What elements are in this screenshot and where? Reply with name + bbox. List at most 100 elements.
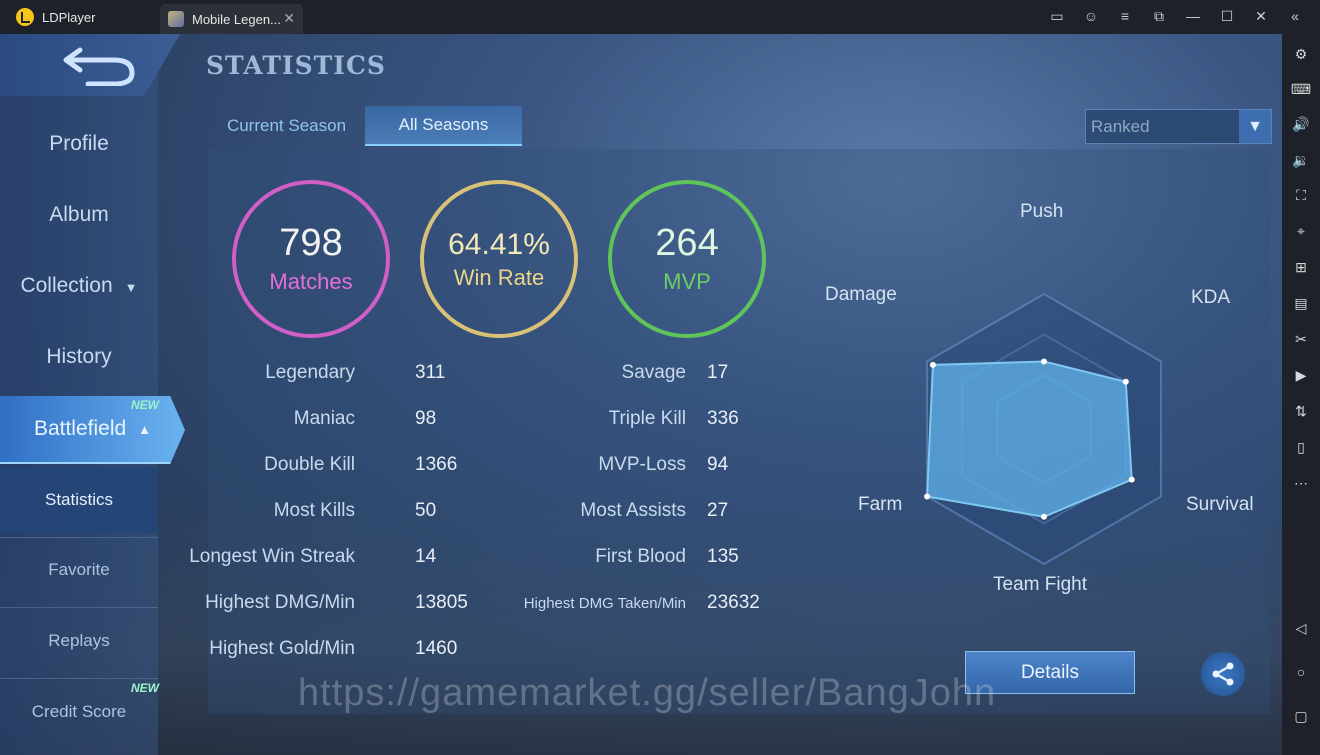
keyboard-icon[interactable]: ⌨ (1291, 79, 1311, 99)
collapse-sidebar-icon[interactable]: « (1278, 8, 1312, 25)
stat-label-longest-win-streak: Longest Win Streak (189, 546, 355, 567)
screenshot-icon[interactable]: ⛶ (1291, 185, 1311, 205)
menu-history[interactable]: History (0, 345, 158, 369)
radar-label-push: Push (1020, 201, 1064, 222)
win-rate-label: Win Rate (453, 264, 545, 290)
menu-collection-label: Collection (20, 274, 113, 297)
stat-label-most-kills: Most Kills (273, 500, 355, 521)
app-name: LDPlayer (42, 9, 96, 25)
location-icon[interactable]: ⌖ (1291, 221, 1311, 241)
stat-value-most-assists: 27 (707, 500, 729, 521)
radar-value-area (926, 360, 1133, 518)
stat-value-highest-gold-min: 1460 (415, 638, 458, 659)
menu-icon[interactable]: ≡ (1108, 8, 1142, 25)
tab-all-seasons[interactable]: All Seasons (365, 106, 522, 146)
mode-dropdown-value: Ranked (1091, 116, 1150, 136)
stat-label-highest-dmg-taken-min: Highest DMG Taken/Min (523, 595, 686, 612)
record-video-icon[interactable]: ▶ (1291, 365, 1311, 385)
add-app-icon[interactable]: ⊞ (1291, 257, 1311, 277)
stat-label-triple-kill: Triple Kill (608, 408, 686, 429)
sync-icon[interactable]: ⇅ (1291, 401, 1311, 421)
tab-current-season[interactable]: Current Season (208, 106, 365, 146)
share-icon (1212, 662, 1234, 686)
settings-gear-icon[interactable]: ⚙ (1291, 44, 1311, 64)
more-options-icon[interactable]: ⋯ (1291, 473, 1311, 493)
android-recents-icon[interactable]: ▢ (1291, 706, 1311, 726)
stat-value-mvp-loss: 94 (707, 454, 729, 475)
mvp-circle: 264 MVP (608, 180, 766, 338)
season-tabs: Current Season All Seasons (208, 106, 522, 146)
chevron-down-icon[interactable]: ▼ (1239, 110, 1271, 143)
menu-profile[interactable]: Profile (0, 132, 158, 156)
performance-radar-chart (924, 292, 1162, 566)
stat-label-most-assists: Most Assists (580, 500, 686, 521)
submenu-replays[interactable]: Replays (0, 631, 158, 651)
submenu-statistics[interactable]: Statistics (0, 467, 158, 533)
stat-label-double-kill: Double Kill (264, 454, 355, 475)
divider (0, 678, 158, 679)
store-icon[interactable]: ▭ (1040, 8, 1074, 25)
menu-collection[interactable]: Collection ▼ (0, 274, 158, 298)
close-icon[interactable]: ✕ (1244, 8, 1278, 25)
mode-dropdown[interactable]: Ranked ▼ (1085, 109, 1272, 144)
new-badge: NEW (131, 681, 159, 695)
share-button[interactable] (1201, 652, 1245, 696)
account-icon[interactable]: ☺ (1074, 8, 1108, 25)
page-title: STATISTICS (206, 51, 386, 80)
game-viewport: Profile Album Collection ▼ History Battle… (0, 34, 1282, 755)
window-controls: ▭ ☺ ≡ ⧉ — ☐ ✕ « (1040, 8, 1312, 25)
minimize-icon[interactable]: — (1176, 8, 1210, 25)
stat-value-double-kill: 1366 (415, 454, 458, 475)
submenu-credit-score[interactable]: Credit Score (0, 702, 158, 722)
apk-install-icon[interactable]: ▤ (1291, 293, 1311, 313)
volume-up-icon[interactable]: 🔊 (1291, 114, 1311, 134)
matches-value: 798 (279, 222, 343, 265)
radar-point-kda (1122, 378, 1129, 385)
divider (0, 537, 158, 538)
radar-point-survival (1128, 476, 1135, 483)
android-home-icon[interactable]: ○ (1291, 662, 1311, 682)
stat-value-longest-win-streak: 14 (415, 546, 437, 567)
matches-label: Matches (269, 268, 353, 294)
mvp-label: MVP (663, 268, 711, 294)
game-tab-icon (168, 11, 184, 27)
app-brand[interactable]: LDPlayer (16, 8, 95, 26)
stat-label-highest-dmg-min: Highest DMG/Min (205, 592, 355, 613)
ldplayer-logo-icon (16, 8, 34, 26)
android-back-icon[interactable]: ◁ (1291, 618, 1311, 638)
multi-instance-icon[interactable]: ▯ (1291, 437, 1311, 457)
mvp-value: 264 (655, 222, 719, 265)
divider (0, 607, 158, 608)
radar-label-kda: KDA (1191, 287, 1231, 308)
new-badge: NEW (131, 398, 159, 412)
chevron-down-icon: ▼ (124, 280, 138, 295)
submenu-favorite[interactable]: Favorite (0, 560, 158, 580)
menu-album[interactable]: Album (0, 203, 158, 227)
win-rate-circle: 64.41% Win Rate (420, 180, 578, 338)
win-rate-value: 64.41% (448, 227, 550, 261)
menu-battlefield-label: Battlefield (33, 417, 127, 440)
radar-point-farm (924, 493, 931, 500)
stat-value-savage: 17 (707, 362, 729, 383)
chevron-up-icon: ▲ (138, 421, 152, 437)
radar-point-damage (929, 361, 936, 368)
stat-value-highest-dmg-min: 13805 (415, 592, 468, 613)
stat-label-legendary: Legendary (265, 362, 355, 383)
stat-label-mvp-loss: MVP-Loss (598, 454, 686, 475)
browser-tab-mobile-legends[interactable]: Mobile Legen... ✕ (160, 4, 303, 34)
emulator-toolbar: ⚙ ⌨ 🔊 🔉 ⛶ ⌖ ⊞ ▤ ✂ ▶ ⇅ ▯ ⋯ ◁ ○ ▢ (1282, 34, 1320, 755)
watermark-text: https://gamemarket.gg/seller/BangJohn (298, 672, 997, 714)
radar-point-team-fight (1041, 513, 1047, 520)
volume-down-icon[interactable]: 🔉 (1291, 150, 1311, 170)
stat-label-first-blood: First Blood (595, 546, 686, 567)
stat-value-maniac: 98 (415, 408, 437, 429)
emulator-titlebar: LDPlayer Mobile Legen... ✕ ▭ ☺ ≡ ⧉ — ☐ ✕… (0, 0, 1320, 34)
tab-close-icon[interactable]: ✕ (283, 10, 295, 27)
stat-value-highest-dmg-taken-min: 23632 (707, 592, 760, 613)
scissors-icon[interactable]: ✂ (1291, 329, 1311, 349)
restore-size-icon[interactable]: ⧉ (1142, 8, 1176, 25)
maximize-icon[interactable]: ☐ (1210, 8, 1244, 25)
stat-value-triple-kill: 336 (707, 408, 739, 429)
stat-label-maniac: Maniac (293, 408, 355, 429)
radar-point-push (1041, 358, 1047, 365)
